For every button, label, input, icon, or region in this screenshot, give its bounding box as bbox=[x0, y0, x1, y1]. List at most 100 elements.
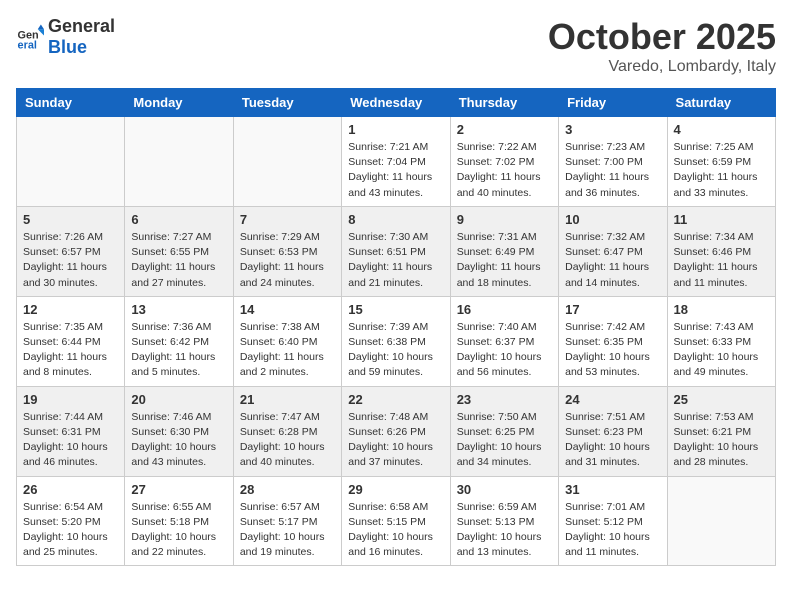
calendar-cell: 9Sunrise: 7:31 AM Sunset: 6:49 PM Daylig… bbox=[450, 206, 558, 296]
weekday-header-wednesday: Wednesday bbox=[342, 89, 450, 117]
calendar-cell: 7 Sunrise: 7:29 AM Sunset: 6:53 PM Daylig… bbox=[233, 206, 341, 296]
day-info: Sunrise: 6:57 AM Sunset: 5:17 PM Dayligh… bbox=[240, 500, 335, 561]
day-number: 31 bbox=[565, 482, 660, 497]
day-number: 3 bbox=[565, 122, 660, 137]
day-number: 27 bbox=[131, 482, 226, 497]
calendar-cell: 19 Sunrise: 7:44 AM Sunset: 6:31 PM Dayli… bbox=[17, 386, 125, 476]
day-info: Sunrise: 7:29 AM Sunset: 6:53 PM Dayligh… bbox=[240, 230, 335, 291]
calendar-cell: 22 Sunrise: 7:48 AM Sunset: 6:26 PM Dayli… bbox=[342, 386, 450, 476]
title-block: October 2025 Varedo, Lombardy, Italy bbox=[548, 16, 776, 76]
day-number: 12 bbox=[23, 302, 118, 317]
day-info: Sunrise: 7:43 AM Sunset: 6:33 PM Dayligh… bbox=[674, 320, 769, 381]
day-info: Sunrise: 6:55 AM Sunset: 5:18 PM Dayligh… bbox=[131, 500, 226, 561]
day-info: Sunrise: 7:46 AM Sunset: 6:30 PM Dayligh… bbox=[131, 410, 226, 471]
calendar-cell: 1Sunrise: 7:21 AM Sunset: 7:04 PM Daylig… bbox=[342, 117, 450, 207]
calendar-cell: 13Sunrise: 7:36 AM Sunset: 6:42 PM Dayli… bbox=[125, 296, 233, 386]
day-number: 2 bbox=[457, 122, 552, 137]
calendar-cell bbox=[17, 117, 125, 207]
day-info: Sunrise: 7:48 AM Sunset: 6:26 PM Dayligh… bbox=[348, 410, 443, 471]
day-number: 18 bbox=[674, 302, 769, 317]
day-info: Sunrise: 7:30 AM Sunset: 6:51 PM Dayligh… bbox=[348, 230, 443, 291]
calendar-cell: 3 Sunrise: 7:23 AM Sunset: 7:00 PM Daylig… bbox=[559, 117, 667, 207]
weekday-header-saturday: Saturday bbox=[667, 89, 775, 117]
page-header: Gen eral General Blue October 2025 Vared… bbox=[16, 16, 776, 76]
calendar-cell: 15Sunrise: 7:39 AM Sunset: 6:38 PM Dayli… bbox=[342, 296, 450, 386]
calendar-cell: 8 Sunrise: 7:30 AM Sunset: 6:51 PM Daylig… bbox=[342, 206, 450, 296]
day-number: 23 bbox=[457, 392, 552, 407]
calendar-week-row: 19 Sunrise: 7:44 AM Sunset: 6:31 PM Dayli… bbox=[17, 386, 776, 476]
calendar-cell: 25Sunrise: 7:53 AM Sunset: 6:21 PM Dayli… bbox=[667, 386, 775, 476]
day-info: Sunrise: 7:44 AM Sunset: 6:31 PM Dayligh… bbox=[23, 410, 118, 471]
weekday-header-friday: Friday bbox=[559, 89, 667, 117]
day-number: 28 bbox=[240, 482, 335, 497]
calendar-cell: 28 Sunrise: 6:57 AM Sunset: 5:17 PM Dayli… bbox=[233, 476, 341, 566]
calendar-cell: 6 Sunrise: 7:27 AM Sunset: 6:55 PM Daylig… bbox=[125, 206, 233, 296]
calendar-week-row: 5Sunrise: 7:26 AM Sunset: 6:57 PM Daylig… bbox=[17, 206, 776, 296]
day-info: Sunrise: 7:01 AM Sunset: 5:12 PM Dayligh… bbox=[565, 500, 660, 561]
calendar-table: SundayMondayTuesdayWednesdayThursdayFrid… bbox=[16, 88, 776, 566]
svg-text:eral: eral bbox=[18, 40, 37, 51]
day-number: 14 bbox=[240, 302, 335, 317]
weekday-header-tuesday: Tuesday bbox=[233, 89, 341, 117]
calendar-cell bbox=[233, 117, 341, 207]
calendar-cell: 12 Sunrise: 7:35 AM Sunset: 6:44 PM Dayli… bbox=[17, 296, 125, 386]
day-info: Sunrise: 7:50 AM Sunset: 6:25 PM Dayligh… bbox=[457, 410, 552, 471]
day-number: 4 bbox=[674, 122, 769, 137]
calendar-week-row: 1Sunrise: 7:21 AM Sunset: 7:04 PM Daylig… bbox=[17, 117, 776, 207]
day-number: 21 bbox=[240, 392, 335, 407]
calendar-cell: 18 Sunrise: 7:43 AM Sunset: 6:33 PM Dayli… bbox=[667, 296, 775, 386]
day-info: Sunrise: 7:47 AM Sunset: 6:28 PM Dayligh… bbox=[240, 410, 335, 471]
day-info: Sunrise: 6:58 AM Sunset: 5:15 PM Dayligh… bbox=[348, 500, 443, 561]
weekday-header-row: SundayMondayTuesdayWednesdayThursdayFrid… bbox=[17, 89, 776, 117]
calendar-cell: 4 Sunrise: 7:25 AM Sunset: 6:59 PM Daylig… bbox=[667, 117, 775, 207]
calendar-cell: 24 Sunrise: 7:51 AM Sunset: 6:23 PM Dayli… bbox=[559, 386, 667, 476]
day-info: Sunrise: 7:25 AM Sunset: 6:59 PM Dayligh… bbox=[674, 140, 769, 201]
day-info: Sunrise: 7:40 AM Sunset: 6:37 PM Dayligh… bbox=[457, 320, 552, 381]
weekday-header-thursday: Thursday bbox=[450, 89, 558, 117]
calendar-cell: 29Sunrise: 6:58 AM Sunset: 5:15 PM Dayli… bbox=[342, 476, 450, 566]
day-number: 6 bbox=[131, 212, 226, 227]
day-number: 10 bbox=[565, 212, 660, 227]
calendar-week-row: 12 Sunrise: 7:35 AM Sunset: 6:44 PM Dayli… bbox=[17, 296, 776, 386]
day-number: 22 bbox=[348, 392, 443, 407]
logo: Gen eral General Blue bbox=[16, 16, 115, 58]
day-info: Sunrise: 7:35 AM Sunset: 6:44 PM Dayligh… bbox=[23, 320, 118, 381]
day-info: Sunrise: 7:23 AM Sunset: 7:00 PM Dayligh… bbox=[565, 140, 660, 201]
calendar-cell: 21 Sunrise: 7:47 AM Sunset: 6:28 PM Dayli… bbox=[233, 386, 341, 476]
day-info: Sunrise: 7:53 AM Sunset: 6:21 PM Dayligh… bbox=[674, 410, 769, 471]
calendar-cell: 16 Sunrise: 7:40 AM Sunset: 6:37 PM Dayli… bbox=[450, 296, 558, 386]
day-info: Sunrise: 7:51 AM Sunset: 6:23 PM Dayligh… bbox=[565, 410, 660, 471]
day-info: Sunrise: 7:22 AM Sunset: 7:02 PM Dayligh… bbox=[457, 140, 552, 201]
calendar-cell: 26Sunrise: 6:54 AM Sunset: 5:20 PM Dayli… bbox=[17, 476, 125, 566]
day-info: Sunrise: 7:34 AM Sunset: 6:46 PM Dayligh… bbox=[674, 230, 769, 291]
calendar-cell: 14 Sunrise: 7:38 AM Sunset: 6:40 PM Dayli… bbox=[233, 296, 341, 386]
day-info: Sunrise: 7:32 AM Sunset: 6:47 PM Dayligh… bbox=[565, 230, 660, 291]
calendar-cell: 31 Sunrise: 7:01 AM Sunset: 5:12 PM Dayli… bbox=[559, 476, 667, 566]
day-number: 19 bbox=[23, 392, 118, 407]
weekday-header-monday: Monday bbox=[125, 89, 233, 117]
logo-text: General Blue bbox=[48, 16, 115, 58]
day-number: 8 bbox=[348, 212, 443, 227]
calendar-cell: 17 Sunrise: 7:42 AM Sunset: 6:35 PM Dayli… bbox=[559, 296, 667, 386]
day-info: Sunrise: 7:42 AM Sunset: 6:35 PM Dayligh… bbox=[565, 320, 660, 381]
calendar-cell: 10 Sunrise: 7:32 AM Sunset: 6:47 PM Dayli… bbox=[559, 206, 667, 296]
day-info: Sunrise: 7:27 AM Sunset: 6:55 PM Dayligh… bbox=[131, 230, 226, 291]
location-title: Varedo, Lombardy, Italy bbox=[548, 58, 776, 76]
month-title: October 2025 bbox=[548, 16, 776, 58]
day-number: 17 bbox=[565, 302, 660, 317]
day-number: 20 bbox=[131, 392, 226, 407]
logo-blue: Blue bbox=[48, 37, 87, 57]
day-number: 13 bbox=[131, 302, 226, 317]
day-info: Sunrise: 6:59 AM Sunset: 5:13 PM Dayligh… bbox=[457, 500, 552, 561]
day-number: 7 bbox=[240, 212, 335, 227]
day-number: 24 bbox=[565, 392, 660, 407]
calendar-cell: 27 Sunrise: 6:55 AM Sunset: 5:18 PM Dayli… bbox=[125, 476, 233, 566]
calendar-week-row: 26Sunrise: 6:54 AM Sunset: 5:20 PM Dayli… bbox=[17, 476, 776, 566]
logo-general: General bbox=[48, 16, 115, 36]
calendar-cell: 5Sunrise: 7:26 AM Sunset: 6:57 PM Daylig… bbox=[17, 206, 125, 296]
day-number: 16 bbox=[457, 302, 552, 317]
calendar-cell: 20 Sunrise: 7:46 AM Sunset: 6:30 PM Dayli… bbox=[125, 386, 233, 476]
day-info: Sunrise: 7:38 AM Sunset: 6:40 PM Dayligh… bbox=[240, 320, 335, 381]
day-number: 1 bbox=[348, 122, 443, 137]
day-info: Sunrise: 7:31 AM Sunset: 6:49 PM Dayligh… bbox=[457, 230, 552, 291]
